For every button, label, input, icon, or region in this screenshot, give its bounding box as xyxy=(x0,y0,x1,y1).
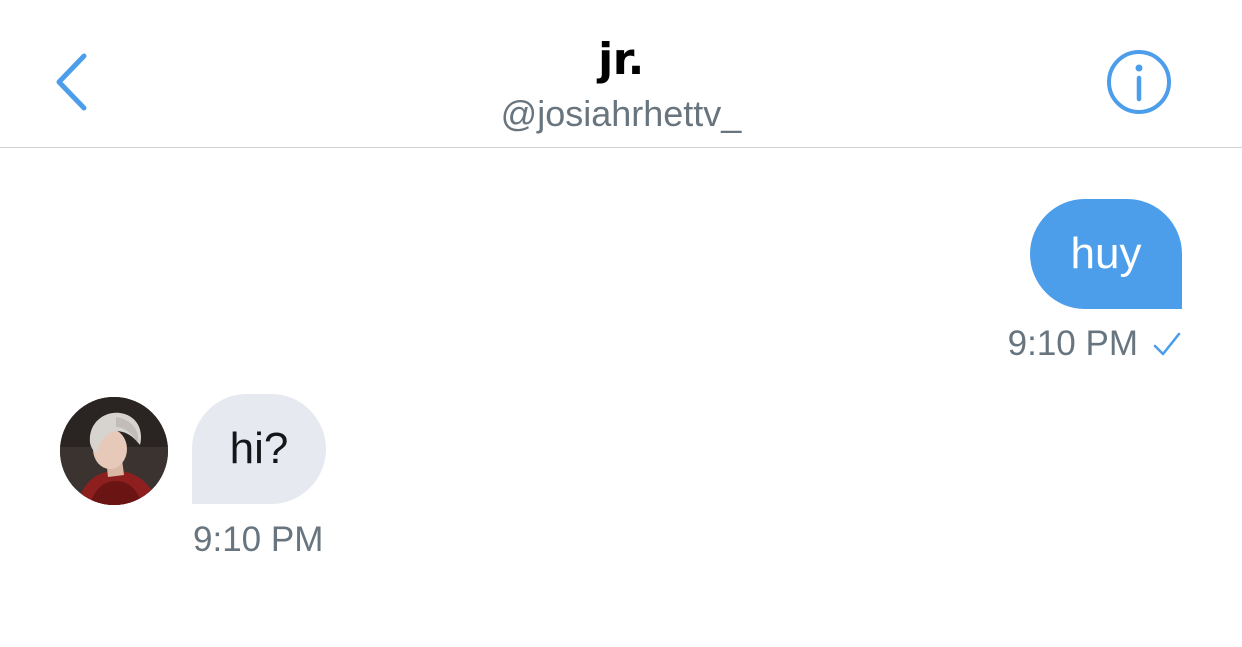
info-button[interactable] xyxy=(1106,49,1172,115)
conversation-handle: @josiahrhettv_ xyxy=(500,93,742,134)
message-timestamp: 9:10 PM xyxy=(1007,324,1138,363)
outgoing-message-bubble[interactable]: huy xyxy=(1030,199,1182,309)
header-title-group[interactable]: jr. @josiahrhettv_ xyxy=(0,30,1242,136)
info-circle-icon xyxy=(1106,49,1172,115)
outgoing-message-meta: 9:10 PM xyxy=(1008,322,1182,366)
incoming-message-meta: 9:10 PM xyxy=(193,518,323,562)
message-text: huy xyxy=(1070,229,1142,278)
checkmark-icon xyxy=(1152,330,1182,358)
message-timestamp: 9:10 PM xyxy=(193,520,324,559)
incoming-message-bubble[interactable]: hi? xyxy=(192,394,326,504)
avatar[interactable] xyxy=(60,397,168,505)
message-text: hi? xyxy=(229,424,289,473)
conversation-title: jr. xyxy=(598,34,644,85)
conversation-header: jr. @josiahrhettv_ xyxy=(0,0,1242,148)
